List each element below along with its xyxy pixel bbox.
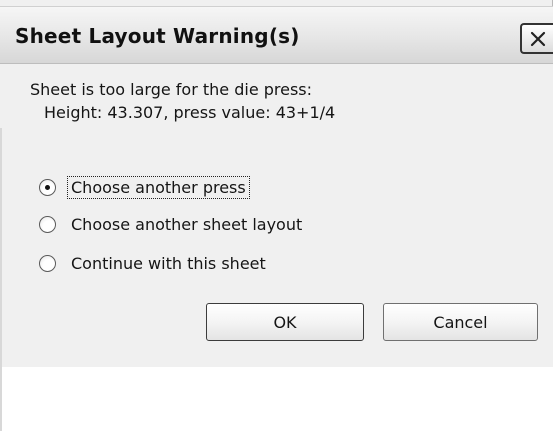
radio-button-selected[interactable] bbox=[39, 178, 56, 196]
title-bar[interactable]: Sheet Layout Warning(s) bbox=[0, 6, 553, 64]
radio-option-continue-with-this-sheet[interactable]: Continue with this sheet bbox=[39, 250, 268, 276]
dialog-title: Sheet Layout Warning(s) bbox=[15, 24, 300, 48]
radio-button[interactable] bbox=[39, 254, 56, 272]
window-left-edge bbox=[0, 128, 2, 431]
dialog-body: Sheet is too large for the die press: He… bbox=[0, 64, 553, 431]
radio-button[interactable] bbox=[39, 215, 56, 233]
radio-label[interactable]: Choose another sheet layout bbox=[69, 215, 304, 234]
warning-message-line-1: Sheet is too large for the die press: bbox=[30, 80, 313, 99]
radio-selected-dot bbox=[45, 184, 50, 190]
radio-option-choose-another-sheet-layout[interactable]: Choose another sheet layout bbox=[39, 211, 304, 237]
radio-label[interactable]: Choose another press bbox=[67, 175, 250, 199]
close-button[interactable] bbox=[520, 23, 553, 54]
ok-button[interactable]: OK bbox=[206, 303, 364, 341]
radio-option-choose-another-press[interactable]: Choose another press bbox=[39, 174, 250, 200]
radio-label[interactable]: Continue with this sheet bbox=[69, 254, 268, 273]
sheet-layout-warning-dialog: Sheet Layout Warning(s) Sheet is too lar… bbox=[0, 0, 553, 431]
close-icon bbox=[530, 31, 546, 46]
cancel-button[interactable]: Cancel bbox=[383, 303, 538, 341]
warning-message-line-2: Height: 43.307, press value: 43+1/4 bbox=[44, 103, 336, 122]
